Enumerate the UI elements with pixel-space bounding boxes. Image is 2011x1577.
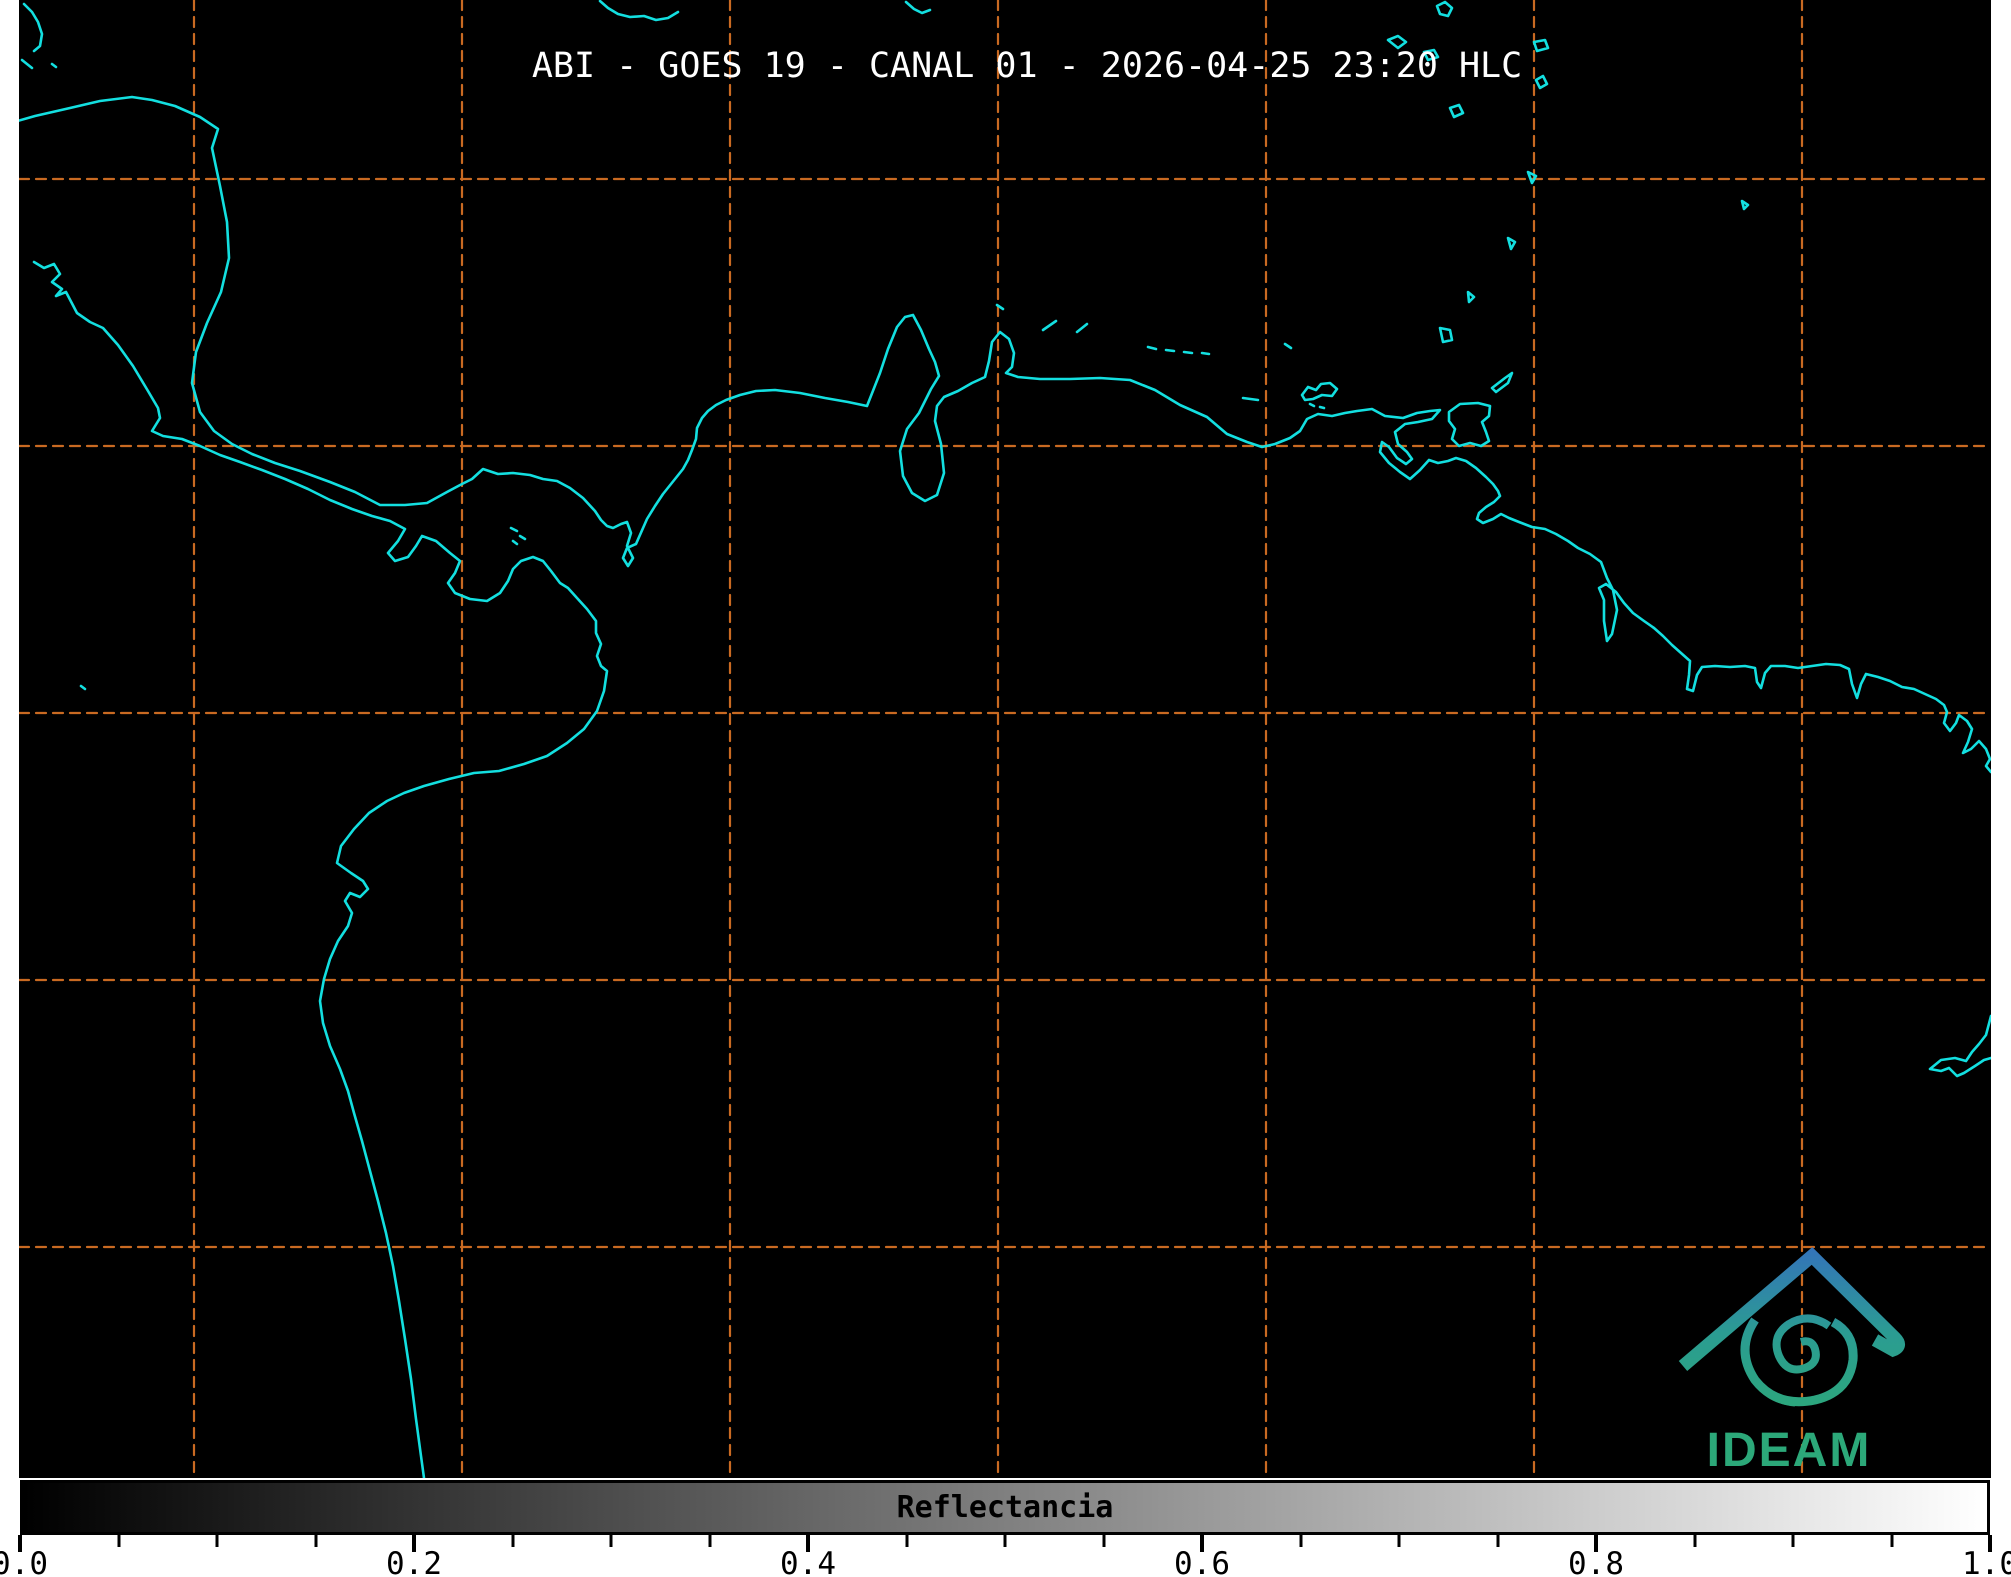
tick-label-0-0: 0.0 xyxy=(0,1546,48,1577)
coastline-pacific xyxy=(34,262,607,1478)
coastline-islands xyxy=(22,1,1748,689)
ideam-logo-text: IDEAM xyxy=(1707,1424,1872,1476)
colorbar-label: Reflectancia xyxy=(805,1482,1205,1533)
tick-label-0-2: 0.2 xyxy=(386,1546,442,1577)
colorbar-tick-labels: 0.0 0.2 0.4 0.6 0.8 1.0 xyxy=(20,1546,1990,1576)
mountain-spiral-icon xyxy=(1683,1256,1899,1404)
satellite-image-figure: ABI - GOES 19 - CANAL 01 - 2026-04-25 23… xyxy=(0,0,2011,1577)
ideam-logo: IDEAM xyxy=(1667,1246,1907,1476)
satellite-map: ABI - GOES 19 - CANAL 01 - 2026-04-25 23… xyxy=(19,0,1991,1478)
tick-label-0-6: 0.6 xyxy=(1174,1546,1230,1577)
coastline-caribbean xyxy=(19,97,1991,772)
image-title: ABI - GOES 19 - CANAL 01 - 2026-04-25 23… xyxy=(532,46,1522,86)
tick-label-1-0: 1.0 xyxy=(1962,1546,2011,1577)
coastline-estuary-right-edge xyxy=(1930,1016,1991,1076)
tick-label-0-8: 0.8 xyxy=(1568,1546,1624,1577)
tick-label-0-4: 0.4 xyxy=(780,1546,836,1577)
